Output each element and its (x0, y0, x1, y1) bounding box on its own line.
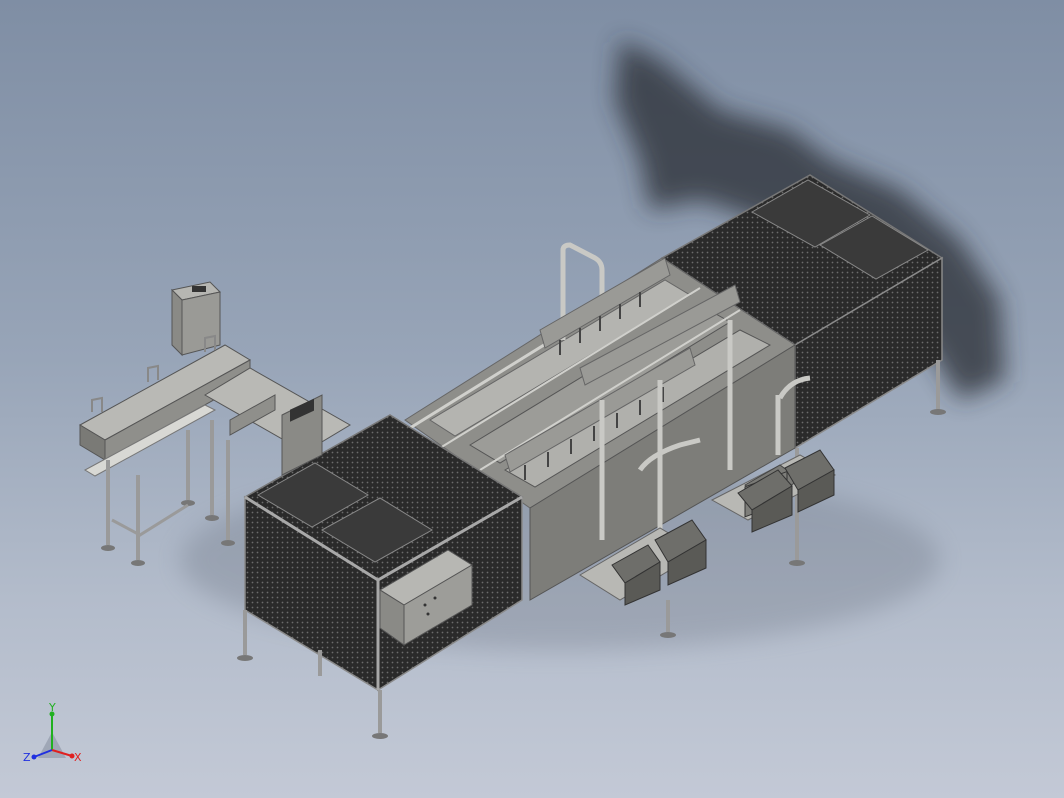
graphics-viewport[interactable]: Y X Z (0, 0, 1064, 798)
cad-model-view[interactable] (0, 0, 1064, 798)
y-axis-label: Y (48, 701, 56, 714)
z-axis-label: Z (23, 751, 31, 764)
x-axis-label: X (74, 751, 82, 764)
view-orientation-triad[interactable]: Y X Z (14, 700, 94, 780)
